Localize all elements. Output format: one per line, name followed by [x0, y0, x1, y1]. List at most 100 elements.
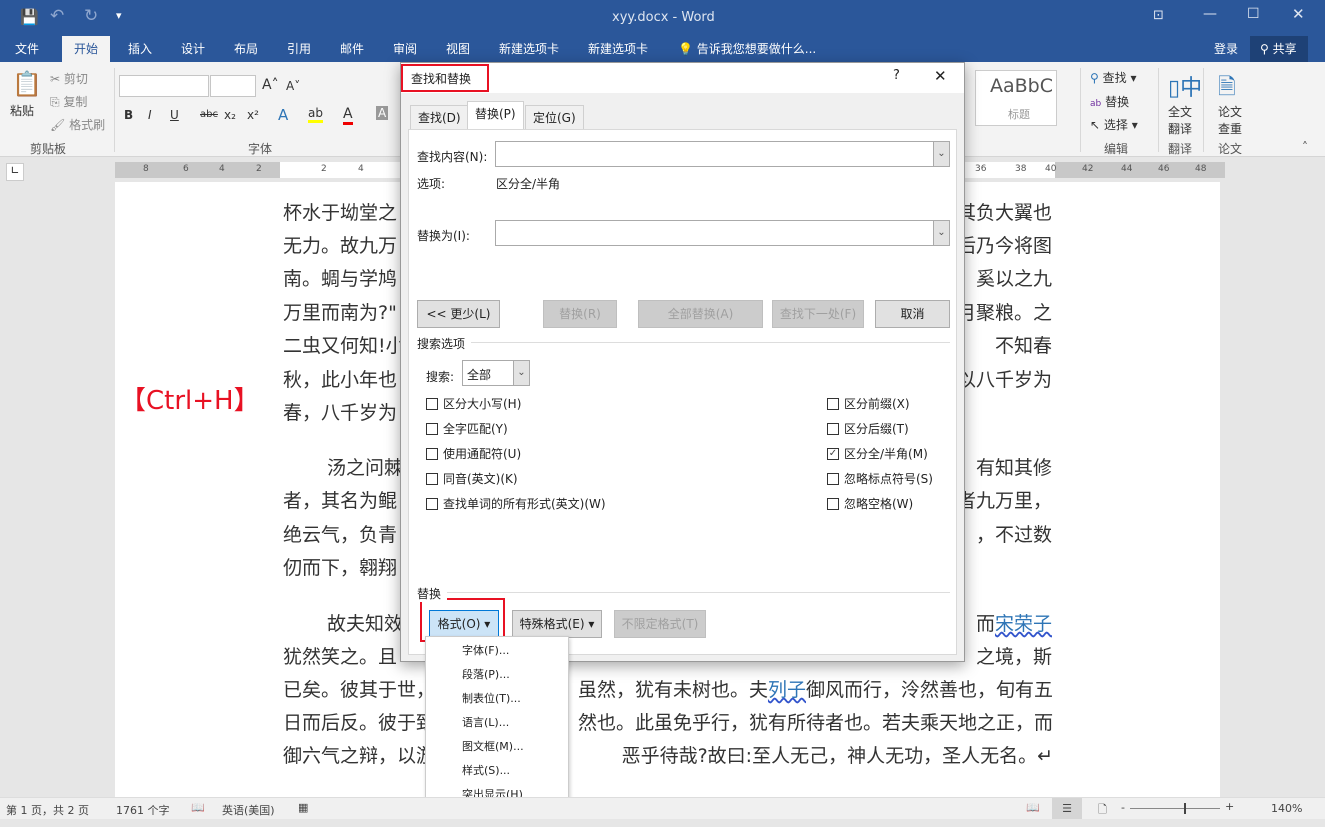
checkbox-right-2[interactable]: ✓ 区分全/半角(M) [827, 445, 928, 462]
close-icon[interactable]: ✕ [1292, 5, 1305, 23]
help-button[interactable]: ? [893, 68, 900, 83]
less-button[interactable]: << 更少(L) [417, 300, 500, 328]
shrink-font-icon[interactable]: A˅ [286, 79, 300, 93]
styles-gallery[interactable]: AaBbC 标题 [975, 70, 1057, 126]
replace-button[interactable]: 替换(R) [543, 300, 617, 328]
tab-view[interactable]: 视图 [436, 36, 480, 62]
highlight-icon[interactable]: ab [308, 106, 323, 123]
tab-insert[interactable]: 插入 [118, 36, 162, 62]
checkbox-box[interactable] [426, 497, 438, 510]
strikethrough-icon[interactable]: abc [200, 109, 218, 120]
tab-references[interactable]: 引用 [277, 36, 321, 62]
web-layout-icon[interactable]: 🗋 [1098, 801, 1107, 820]
dialog-close-button[interactable]: ✕ [934, 67, 947, 85]
format-menu-item[interactable]: 图文框(M)... [462, 738, 524, 754]
undo-icon[interactable]: ↶ [50, 6, 64, 26]
superscript-icon[interactable]: x² [247, 108, 259, 122]
format-menu-item[interactable]: 语言(L)... [462, 714, 509, 730]
tab-review[interactable]: 审阅 [383, 36, 427, 62]
maximize-icon[interactable]: ☐ [1247, 6, 1260, 22]
signin-button[interactable]: 登录 [1204, 36, 1248, 62]
grow-font-icon[interactable]: A˄ [262, 77, 279, 93]
copy-button[interactable]: ⎘ 复制 [50, 93, 87, 110]
word-count[interactable]: 1761 个字 [116, 802, 170, 818]
char-shading-icon[interactable]: A [376, 106, 389, 120]
format-menu-item[interactable]: 字体(F)... [462, 642, 509, 658]
find-input[interactable]: ⌄ [495, 141, 950, 167]
checkbox-box[interactable] [827, 397, 839, 410]
tab-goto[interactable]: 定位(G) [525, 105, 584, 129]
font-size-select[interactable] [210, 75, 256, 97]
font-name-select[interactable] [119, 75, 209, 97]
cut-button[interactable]: ✂ 剪切 [50, 70, 88, 87]
select-button[interactable]: ↖ 选择 ▾ [1090, 116, 1138, 133]
replace-dropdown-icon[interactable]: ⌄ [933, 221, 949, 245]
text-effects-icon[interactable]: A [278, 106, 288, 124]
zoom-in-button[interactable]: + [1225, 800, 1234, 813]
ribbon-display-icon[interactable]: ⊡ [1153, 8, 1164, 23]
checkbox-box[interactable]: ✓ [827, 447, 839, 460]
checkbox-left-1[interactable]: 全字匹配(Y) [426, 420, 508, 437]
language[interactable]: 英语(美国) [222, 802, 275, 818]
replace-all-button[interactable]: 全部替换(A) [638, 300, 763, 328]
share-button[interactable]: ⚲ 共享 [1250, 36, 1308, 62]
italic-icon[interactable]: I [148, 108, 152, 122]
document-link[interactable]: 宋荣子 [995, 613, 1052, 635]
replace-with-input[interactable]: ⌄ [495, 220, 950, 246]
save-icon[interactable]: 💾 [20, 8, 39, 26]
checkbox-box[interactable] [827, 472, 839, 485]
tab-find[interactable]: 查找(D) [410, 105, 469, 129]
zoom-slider[interactable] [1130, 808, 1220, 809]
cancel-button[interactable]: 取消 [875, 300, 950, 328]
tab-home[interactable]: 开始 [62, 36, 111, 62]
tab-new-1[interactable]: 新建选项卡 [489, 36, 569, 62]
tab-file[interactable]: 文件 [5, 36, 49, 62]
collapse-ribbon-icon[interactable]: ˄ [1302, 140, 1308, 154]
tab-replace[interactable]: 替换(P) [467, 101, 524, 130]
replace-button[interactable]: ab 替换 [1090, 93, 1129, 110]
checkbox-left-0[interactable]: 区分大小写(H) [426, 395, 521, 412]
subscript-icon[interactable]: x₂ [224, 108, 236, 122]
full-translate-button[interactable]: 全文 翻译 [1168, 103, 1192, 137]
checkbox-box[interactable] [426, 472, 438, 485]
checkbox-left-4[interactable]: 查找单词的所有形式(英文)(W) [426, 495, 606, 512]
find-next-button[interactable]: 查找下一处(F) [772, 300, 864, 328]
format-painter-button[interactable]: 🖌 格式刷 [50, 116, 105, 133]
minimize-icon[interactable]: — [1203, 6, 1217, 22]
special-format-button[interactable]: 特殊格式(E) ▾ [512, 610, 602, 638]
tab-stop-selector[interactable]: ∟ [6, 163, 24, 181]
checkbox-box[interactable] [426, 447, 438, 460]
no-formatting-button[interactable]: 不限定格式(T) [614, 610, 706, 638]
document-link[interactable]: 列子 [768, 679, 806, 701]
checkbox-right-0[interactable]: 区分前缀(X) [827, 395, 910, 412]
search-dropdown-icon[interactable]: ⌄ [513, 361, 529, 385]
tab-design[interactable]: 设计 [171, 36, 215, 62]
page-count[interactable]: 第 1 页，共 2 页 [6, 802, 89, 818]
read-mode-icon[interactable]: 📖 [1026, 801, 1040, 814]
checkbox-right-3[interactable]: 忽略标点符号(S) [827, 470, 933, 487]
zoom-level[interactable]: 140% [1271, 802, 1302, 815]
checkbox-box[interactable] [426, 422, 438, 435]
macro-icon[interactable]: ▦ [298, 801, 308, 814]
proofing-icon[interactable]: 📖 [191, 801, 205, 814]
tab-layout[interactable]: 布局 [224, 36, 268, 62]
format-menu-item[interactable]: 制表位(T)... [462, 690, 521, 706]
zoom-slider-thumb[interactable] [1183, 803, 1186, 814]
checkbox-box[interactable] [426, 397, 438, 410]
checkbox-left-3[interactable]: 同音(英文)(K) [426, 470, 518, 487]
zoom-out-button[interactable]: - [1121, 801, 1125, 814]
checkbox-right-4[interactable]: 忽略空格(W) [827, 495, 913, 512]
format-menu-item[interactable]: 段落(P)... [462, 666, 510, 682]
checkbox-left-2[interactable]: 使用通配符(U) [426, 445, 521, 462]
tab-new-2[interactable]: 新建选项卡 [578, 36, 658, 62]
bold-icon[interactable]: B [124, 108, 133, 122]
checkbox-box[interactable] [827, 497, 839, 510]
search-direction-select[interactable]: 全部 ⌄ [462, 360, 530, 386]
paper-check-button[interactable]: 论文 查重 [1218, 103, 1242, 137]
customize-icon[interactable]: ▾ [116, 9, 122, 22]
checkbox-box[interactable] [827, 422, 839, 435]
underline-icon[interactable]: U [170, 108, 179, 122]
redo-icon[interactable]: ↻ [84, 6, 98, 26]
print-layout-icon[interactable]: ☰ [1052, 798, 1082, 819]
find-button[interactable]: ⚲ 查找 ▾ [1090, 69, 1136, 86]
